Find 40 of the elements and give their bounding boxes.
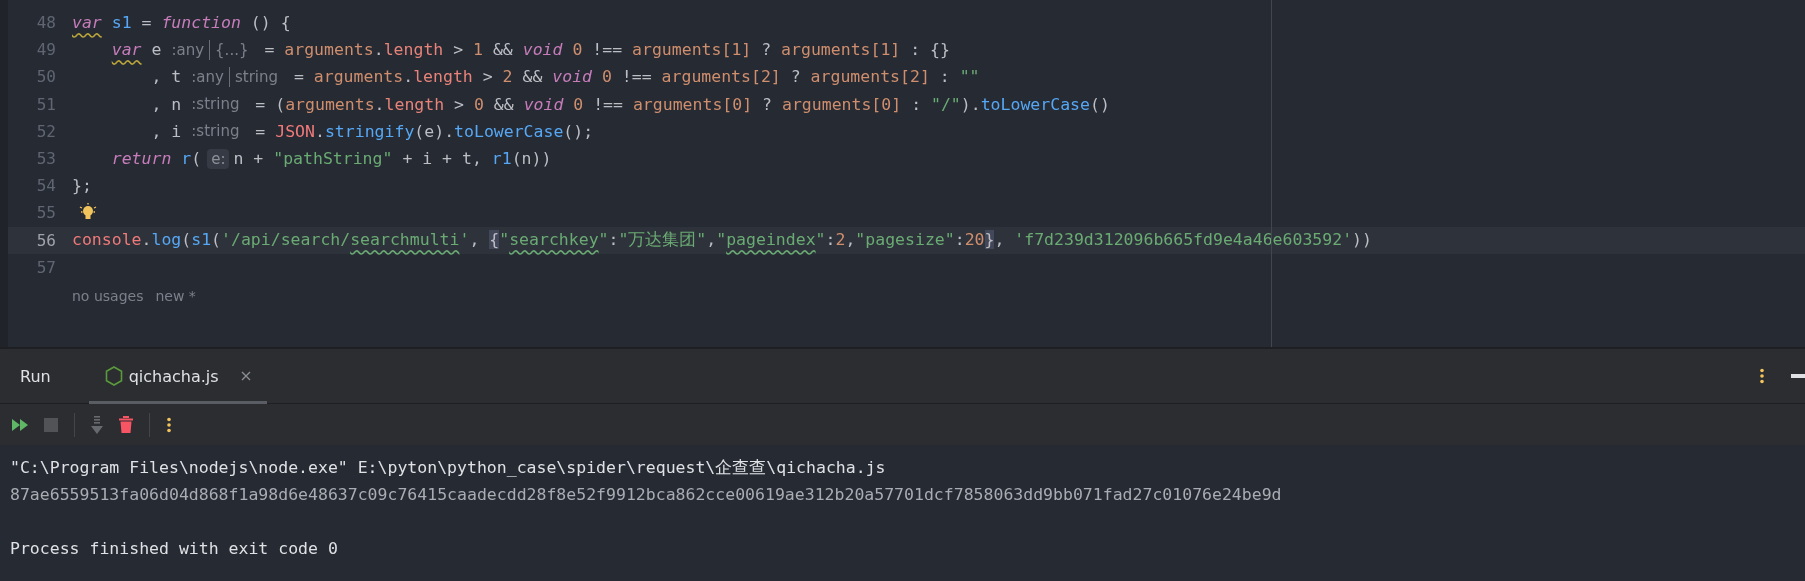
line-number: 56 bbox=[35, 230, 56, 250]
code-text: console.log(s1('/api/search/searchmulti', {"searchkey":"万达集团","pageindex":2,"pagesize":20}, 'f7d239d312096b665fd9e4a46e603592')) bbox=[72, 229, 1372, 252]
trash-icon[interactable] bbox=[119, 416, 133, 433]
code-text: = JSON.stringify(e).toLowerCase(); bbox=[254, 121, 594, 141]
close-icon[interactable] bbox=[240, 371, 251, 381]
line-number: 54 bbox=[35, 176, 56, 196]
type-hint: :any string bbox=[191, 66, 278, 87]
code-text: var e bbox=[110, 40, 162, 60]
code-text: }; bbox=[72, 176, 92, 196]
line-number: 48 bbox=[35, 13, 56, 33]
code-text: , n bbox=[150, 94, 182, 114]
console-line: Process finished with exit code 0 bbox=[10, 538, 339, 560]
console-line: "C:\Program Files\nodejs\node.exe" E:\pyton\python_case\spider\request\企查查\qichacha.js bbox=[10, 457, 887, 479]
hexagon-icon bbox=[104, 366, 123, 386]
parameter-hint: e: bbox=[207, 148, 230, 169]
line-number: 53 bbox=[35, 149, 56, 169]
panel-title: Run bbox=[20, 366, 51, 386]
line-number: 55 bbox=[35, 203, 56, 223]
line-number: 50 bbox=[35, 67, 56, 87]
type-hint: :string bbox=[191, 122, 240, 141]
code-text: = (arguments.length > 0 && void 0 !== arguments[0] ? arguments[0] : "/").toLowerCase() bbox=[254, 94, 1110, 114]
code-text: = arguments.length > 2 && void 0 !== arguments[2] ? arguments[2] : "" bbox=[292, 67, 980, 87]
code-text: = arguments.length > 1 && void 0 !== arguments[1] ? arguments[1] : {} bbox=[263, 40, 950, 60]
code-text: , i bbox=[150, 121, 182, 141]
line-number: 51 bbox=[35, 94, 56, 114]
code-text: , t bbox=[150, 67, 182, 87]
code-text: n + "pathString" + i + t, r1(n)) bbox=[233, 149, 552, 169]
type-hint: :any {...} bbox=[171, 39, 249, 60]
rerun-icon[interactable] bbox=[12, 418, 28, 431]
code-text: var s1 = function () { bbox=[72, 13, 291, 33]
line-number: 52 bbox=[35, 121, 56, 141]
console-line: 87ae6559513fa06d04d868f1a98d6e48637c09c76415caadecdd28f8e52f9912bca862cce00619ae312b20a57701dcf7858063dd9bb071fad27c01076e24be9d bbox=[10, 484, 1283, 506]
line-number: 49 bbox=[35, 40, 56, 60]
line-number: 57 bbox=[35, 257, 56, 277]
more-icon[interactable] bbox=[1759, 368, 1765, 384]
type-hint: :string bbox=[191, 95, 240, 114]
code-text: return r( bbox=[110, 149, 202, 169]
usage-hint[interactable]: new * bbox=[155, 287, 196, 304]
more-icon[interactable] bbox=[166, 416, 172, 433]
usage-hint[interactable]: no usages bbox=[72, 287, 144, 304]
